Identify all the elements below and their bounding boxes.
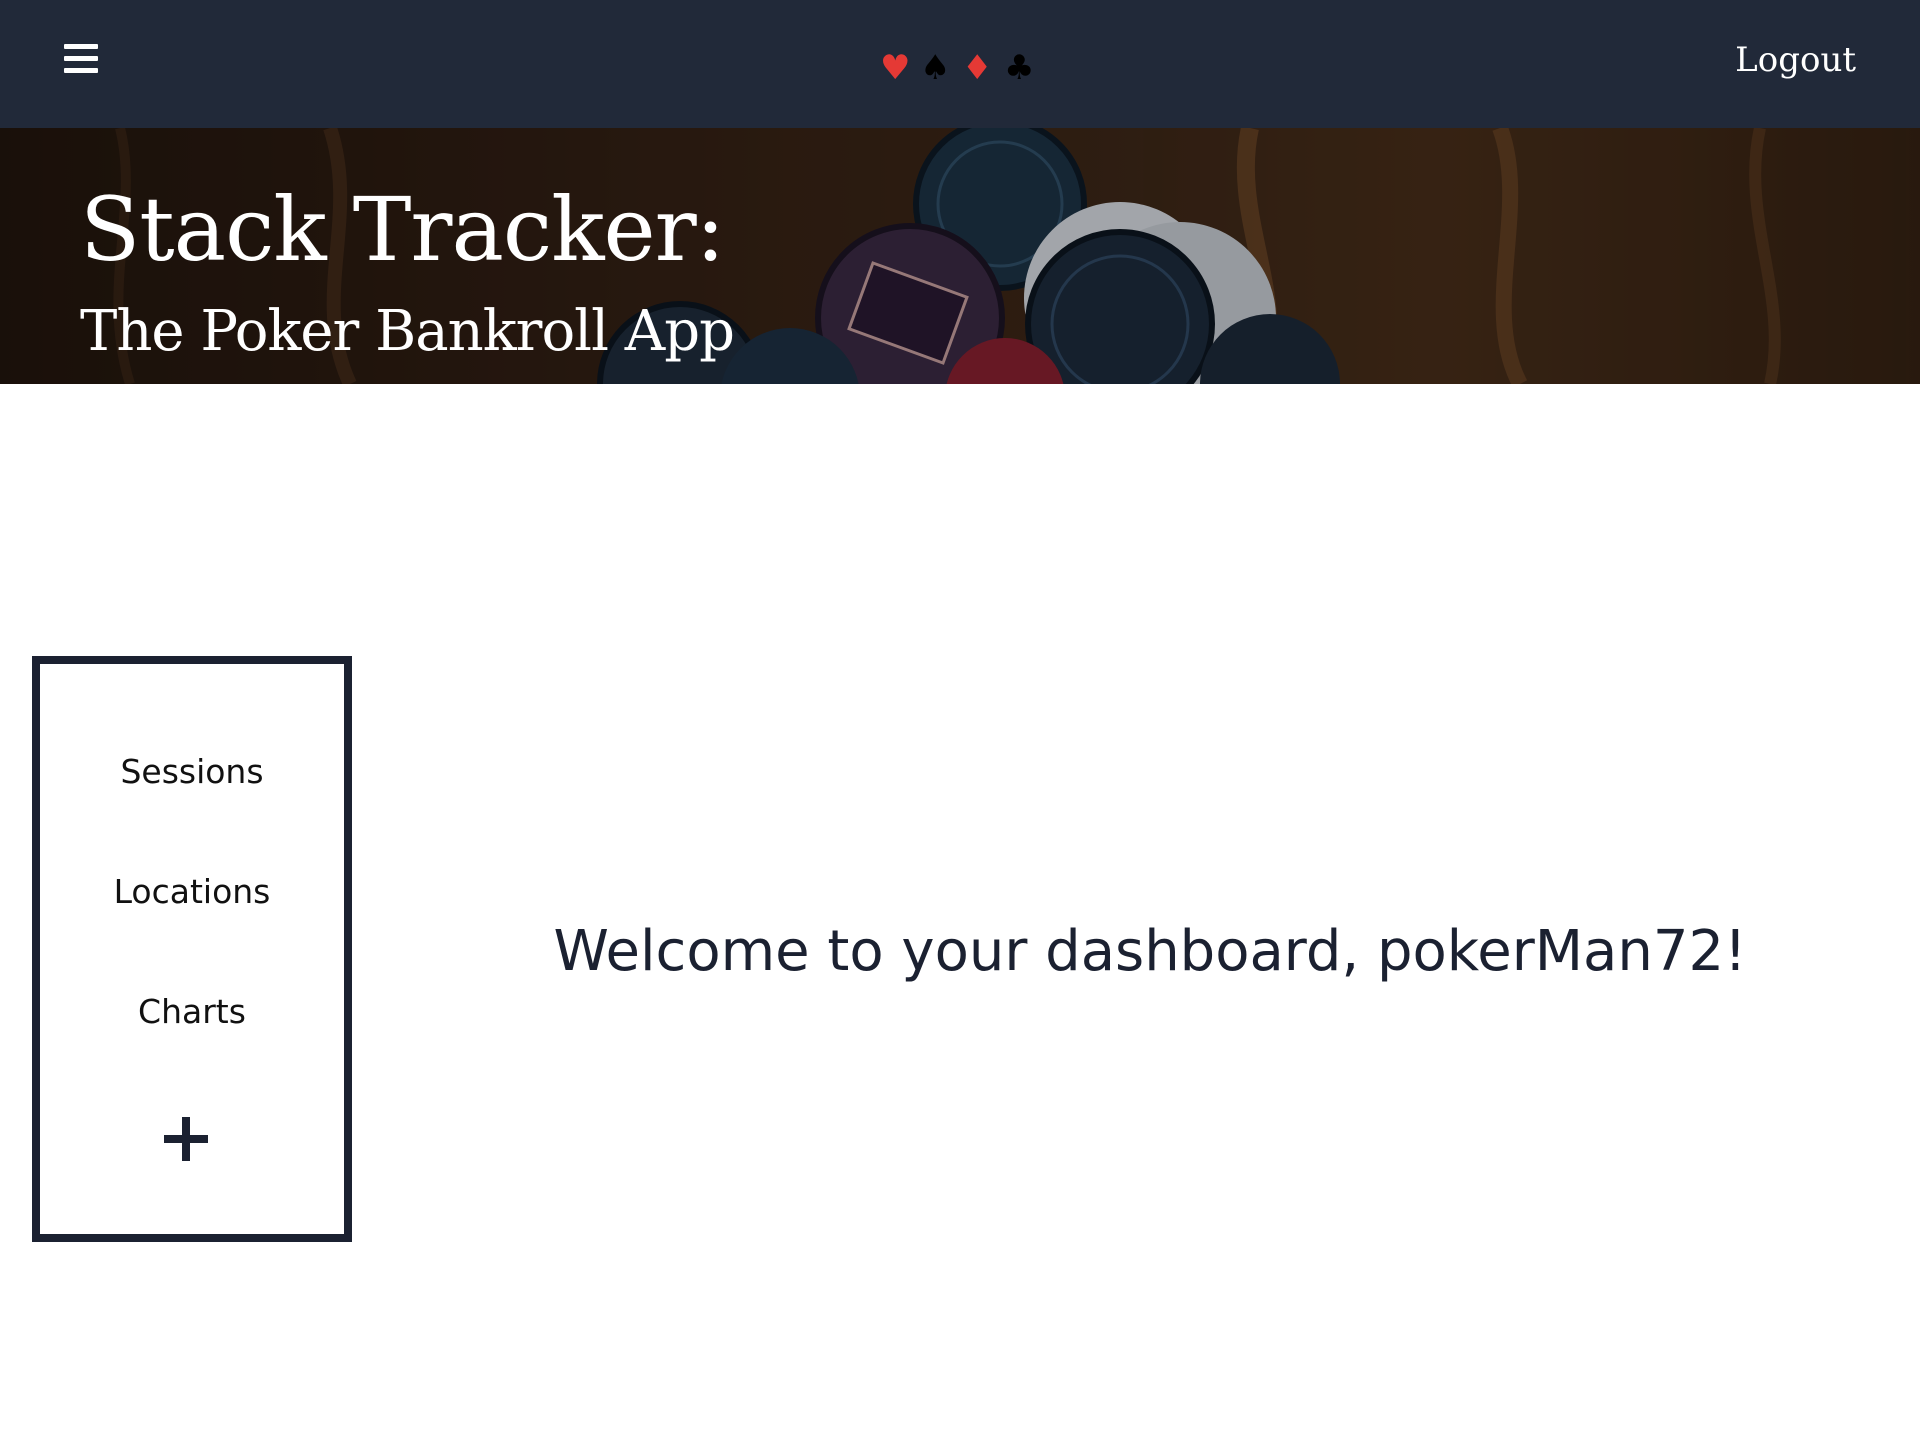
welcome-message: Welcome to your dashboard, pokerMan72! bbox=[553, 919, 1747, 984]
heart-suit-icon: ♥ bbox=[880, 48, 911, 88]
sidebar-item-charts[interactable]: Charts bbox=[40, 988, 344, 1036]
sidebar-item-locations[interactable]: Locations bbox=[40, 868, 344, 916]
club-suit-icon: ♣ bbox=[1004, 48, 1035, 88]
plus-icon[interactable] bbox=[164, 1112, 220, 1168]
logout-link[interactable]: Logout bbox=[1735, 36, 1856, 84]
spade-suit-icon: ♠ bbox=[920, 48, 951, 88]
app-subtitle: The Poker Bankroll App bbox=[80, 299, 735, 364]
top-navbar: ♥ ♠ ♦ ♣ Logout bbox=[0, 0, 1920, 128]
hamburger-menu-icon[interactable] bbox=[64, 44, 98, 74]
diamond-suit-icon: ♦ bbox=[962, 48, 993, 88]
app-title: Stack Tracker: bbox=[80, 178, 725, 281]
sidebar-item-sessions[interactable]: Sessions bbox=[40, 748, 344, 796]
hero-banner: Stack Tracker: The Poker Bankroll App bbox=[0, 128, 1920, 384]
dashboard-sidebar: Sessions Locations Charts bbox=[32, 656, 352, 1242]
suits-logo: ♥ ♠ ♦ ♣ bbox=[880, 44, 1040, 92]
